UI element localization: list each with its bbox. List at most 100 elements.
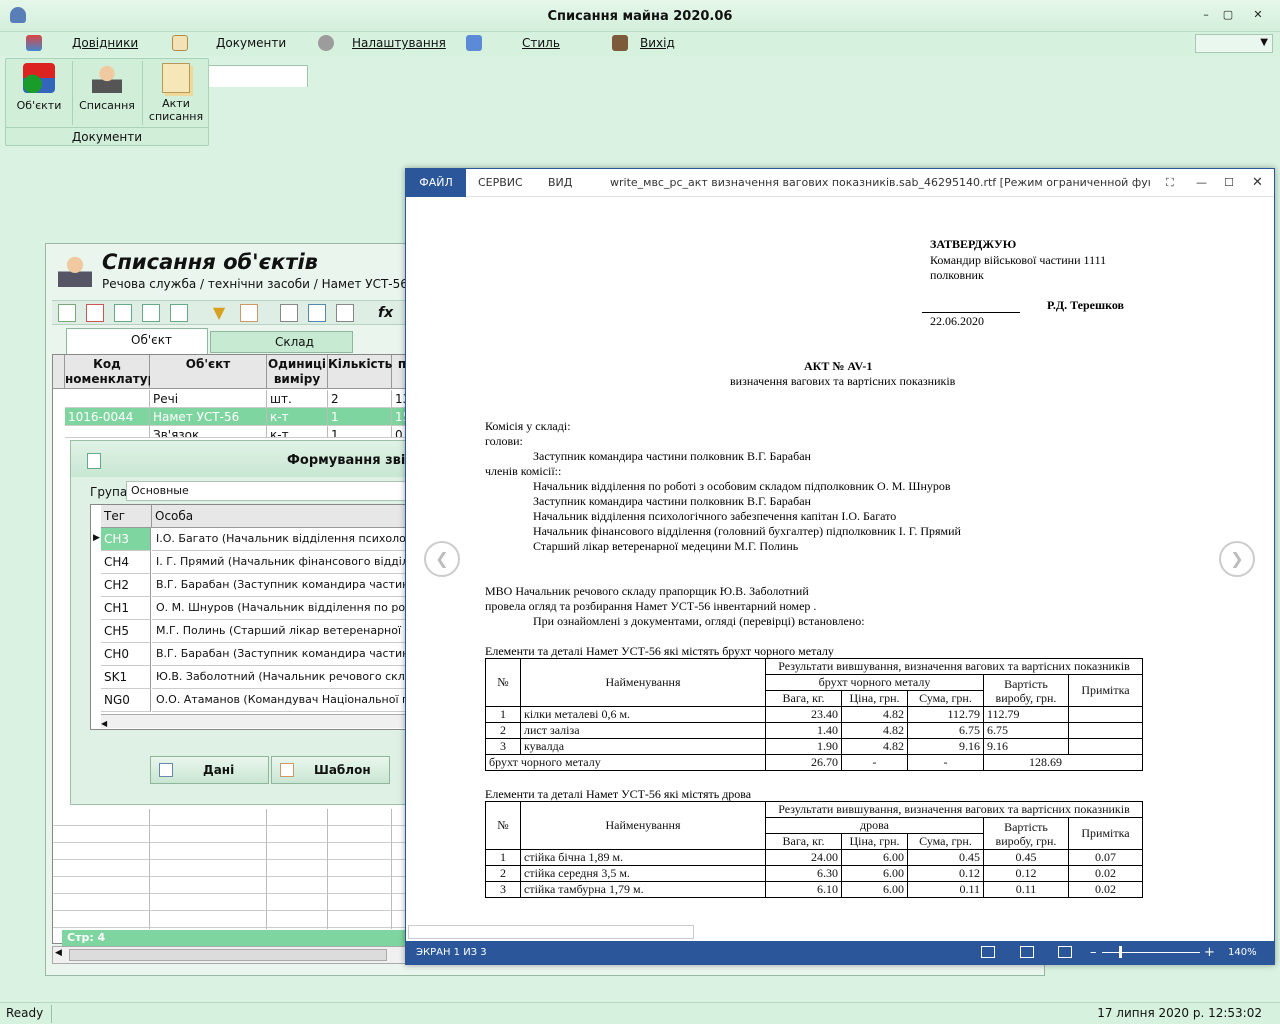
formula-icon[interactable]: fx (378, 304, 396, 322)
list-item[interactable]: СН2 В.Г. Барабан (Заступник командира час… (91, 574, 411, 597)
list-item[interactable]: СН4 І. Г. Прямий (Начальник фінансового в… (91, 551, 411, 574)
list-item[interactable]: СН0 В.Г. Барабан (Заступник командира час… (91, 643, 411, 666)
col-header-code[interactable]: Код номенклатури (65, 355, 165, 389)
table-cell-selected[interactable]: Намет УСТ-56 (150, 408, 267, 426)
person-icon (92, 63, 122, 93)
doc-line: Начальник фінансового відділення (головн… (533, 524, 961, 538)
menu-nalashtuvannia[interactable]: Налаштування (352, 36, 446, 50)
add-icon[interactable] (58, 304, 76, 322)
col-header-tag[interactable]: Тег (101, 505, 152, 528)
menu-styl[interactable]: Стиль (522, 36, 560, 50)
grid-hscroll[interactable]: ◀ (101, 714, 411, 728)
list-item[interactable]: ▶ СН3 І.О. Багато (Начальник відділення пс… (91, 528, 411, 551)
tables-icon[interactable] (336, 304, 354, 322)
table-cell[interactable]: 1 (328, 426, 392, 438)
table-cell-selected[interactable]: к-т (267, 408, 328, 426)
exit-icon (612, 35, 628, 51)
paste-icon[interactable] (142, 304, 160, 322)
wood-table: № Найменування Результати вившування, визн… (485, 801, 1143, 898)
tab-sklad[interactable]: Склад (210, 331, 353, 353)
scroll-left-icon[interactable]: ◀ (101, 719, 107, 728)
acts-button[interactable]: Акти списання (146, 61, 206, 125)
cell: 4.82 (841, 738, 908, 755)
web-layout-icon[interactable] (1058, 946, 1072, 958)
tab-object-label: Об'єкт (131, 333, 172, 347)
menu-vykhid[interactable]: Вихід (640, 36, 675, 50)
list-item[interactable]: СН1 О. М. Шнуров (Начальник відділення по… (91, 597, 411, 620)
col-header-object[interactable]: Об'єкт (150, 355, 267, 389)
template-button[interactable]: Шаблон (271, 756, 390, 784)
th-no: № (485, 801, 521, 850)
cell: 1 (485, 706, 521, 723)
person-cell: В.Г. Барабан (Заступник командира частин… (152, 643, 411, 666)
table-cell-selected[interactable]: 1 (328, 408, 392, 426)
col-header-qty[interactable]: Кількість (328, 355, 392, 389)
ribbon-separator (142, 61, 143, 125)
delete-icon[interactable] (86, 304, 104, 322)
data-button[interactable]: Дані (150, 756, 269, 784)
write-off-button[interactable]: Списання (76, 61, 138, 125)
edit-icon[interactable] (280, 304, 298, 322)
menu-view[interactable]: ВИД (548, 169, 572, 197)
zoom-thumb[interactable] (1119, 946, 1122, 958)
objects-label: Об'єкти (16, 99, 62, 112)
group-field[interactable]: Основные (126, 481, 411, 501)
cell: 6.75 (907, 722, 984, 739)
th-name: Найменування (520, 658, 766, 707)
table-cell[interactable]: шт. (267, 390, 328, 408)
table-cell[interactable]: к-т (267, 426, 328, 438)
minimize-icon[interactable]: – (1198, 8, 1214, 22)
prev-page-icon[interactable]: ❮ (424, 541, 460, 577)
style-combo[interactable]: ▼ (1195, 34, 1273, 53)
objects-button[interactable]: Об'єкти (10, 61, 68, 125)
zoom-slider[interactable] (1102, 952, 1200, 953)
viewer-hscroll[interactable] (408, 925, 694, 939)
col-header-units[interactable]: Одиниці виміру (267, 355, 328, 389)
table-cell[interactable]: Речі (150, 390, 267, 408)
table-row: 2 стійка середня 3,5 м. 6.30 6.00 0.12 0.12 0.… (485, 865, 1143, 882)
menu-service[interactable]: СЕРВИС (478, 169, 523, 197)
next-page-icon[interactable]: ❯ (1219, 541, 1255, 577)
export-icon[interactable] (240, 304, 258, 322)
zoom-out-icon[interactable]: – (1090, 941, 1097, 964)
list-item[interactable]: NG0 О.О. Атаманов (Командувач Національно… (91, 689, 411, 712)
table-cell[interactable] (65, 426, 150, 438)
filter-icon[interactable]: ▼ (210, 304, 228, 322)
col-header-person[interactable]: Особа (152, 505, 411, 528)
horizontal-scrollbar[interactable]: ◀ (52, 946, 407, 964)
tree-icon[interactable] (308, 304, 326, 322)
data-button-label: Дані (203, 763, 235, 777)
refresh-icon[interactable] (170, 304, 188, 322)
cell: 4.82 (841, 706, 908, 723)
th-group: брухт чорного металу (765, 674, 984, 691)
copy-icon[interactable] (114, 304, 132, 322)
close-icon[interactable]: ✕ (1250, 8, 1266, 22)
list-item[interactable]: SK1 Ю.В. Заболотний (Начальник речового с… (91, 666, 411, 689)
table-cell[interactable] (65, 390, 150, 408)
menu-dokumenty[interactable]: Документи (216, 36, 286, 50)
fullscreen-icon[interactable]: ⛶ (1166, 169, 1174, 197)
table-cell[interactable]: Зв'язок (150, 426, 267, 438)
list-item[interactable]: СН5 М.Г. Полинь (Старший лікар ветеренарн… (91, 620, 411, 643)
cell: 1.40 (765, 722, 842, 739)
tab-object[interactable]: Об'єкт (66, 328, 208, 354)
grid-icon (159, 763, 173, 777)
minimize-icon[interactable]: — (1196, 169, 1207, 197)
close-icon[interactable]: ✕ (1252, 169, 1263, 197)
menu-dovidnyky[interactable]: Довідники (72, 36, 138, 50)
table-cell[interactable]: 2 (328, 390, 392, 408)
scroll-thumb[interactable] (69, 949, 387, 961)
maximize-icon[interactable]: ▢ (1220, 8, 1236, 22)
cell: - (841, 754, 908, 771)
scroll-left-icon[interactable]: ◀ (55, 948, 62, 958)
table-cell-selected[interactable]: 1016-0044 (65, 408, 150, 426)
zoom-in-icon[interactable]: + (1204, 941, 1215, 964)
group-label: Група (90, 485, 128, 499)
read-mode-icon[interactable] (981, 946, 995, 958)
print-layout-icon[interactable] (1020, 946, 1034, 958)
document-icon (172, 35, 188, 51)
person-cell: Ю.В. Заболотний (Начальник речового скла… (152, 666, 411, 689)
menu-file[interactable]: ФАЙЛ (406, 169, 466, 197)
cell: 3 (485, 881, 521, 898)
maximize-icon[interactable]: ☐ (1224, 169, 1234, 197)
